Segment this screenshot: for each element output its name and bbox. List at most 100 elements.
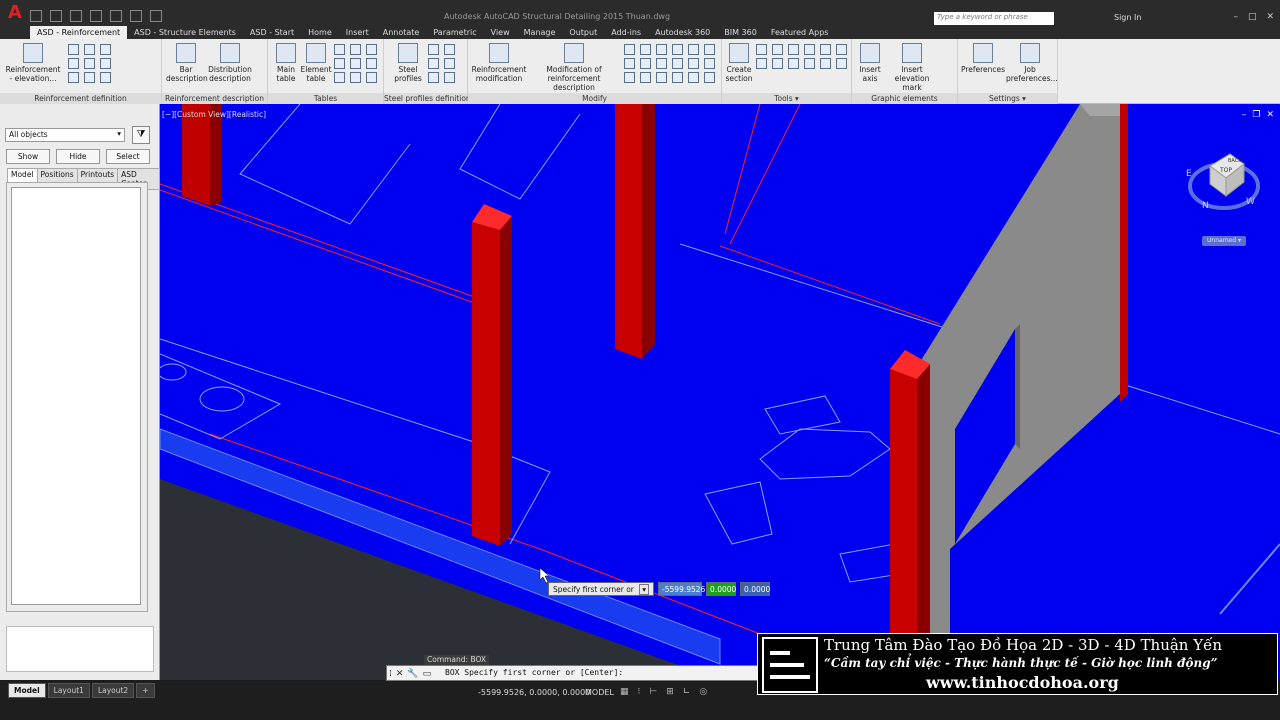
show-button[interactable]: Show bbox=[6, 149, 50, 164]
tool-icon[interactable] bbox=[836, 44, 847, 55]
modify-tool-icon[interactable] bbox=[672, 44, 683, 55]
ucs-menu[interactable]: Unnamed ▾ bbox=[1202, 236, 1246, 246]
modify-tool-icon[interactable] bbox=[704, 72, 715, 83]
ortho-icon[interactable]: ∟ bbox=[683, 687, 691, 697]
job-preferences-button[interactable]: Job preferences... bbox=[1006, 43, 1058, 83]
modify-tool-icon[interactable] bbox=[704, 44, 715, 55]
tab-asd-structure-elements[interactable]: ASD - Structure Elements bbox=[127, 26, 243, 39]
viewport-close-icon[interactable]: ✕ bbox=[1266, 110, 1274, 120]
tool-icon[interactable] bbox=[772, 44, 783, 55]
customize-icon[interactable]: 🔧 bbox=[407, 667, 418, 681]
reinforcement-modification-button[interactable]: Reinforcement modification bbox=[470, 43, 528, 83]
rebar-tool-icon[interactable] bbox=[68, 72, 79, 83]
select-button[interactable]: Select bbox=[106, 149, 150, 164]
tab-model-layout[interactable]: Model bbox=[8, 683, 46, 698]
close-command-icon[interactable]: ✕ bbox=[396, 667, 404, 681]
steel-tool-icon[interactable] bbox=[444, 44, 455, 55]
tab-layout1[interactable]: Layout1 bbox=[47, 683, 90, 698]
insert-elevation-mark-button[interactable]: Insert elevation mark bbox=[884, 43, 940, 92]
panel-title[interactable]: Settings ▾ bbox=[958, 93, 1057, 104]
tool-icon[interactable] bbox=[820, 44, 831, 55]
modify-tool-icon[interactable] bbox=[704, 58, 715, 69]
tab-output[interactable]: Output bbox=[562, 26, 604, 39]
infer-constraints-icon[interactable]: ⊢ bbox=[649, 687, 657, 697]
command-prompt-icon[interactable]: ▭ bbox=[423, 667, 432, 681]
tab-add-ins[interactable]: Add-ins bbox=[604, 26, 648, 39]
viewport-minimize-icon[interactable]: – bbox=[1242, 110, 1247, 120]
rebar-tool-icon[interactable] bbox=[84, 58, 95, 69]
tool-icon[interactable] bbox=[788, 58, 799, 69]
tab-bim-360[interactable]: BIM 360 bbox=[717, 26, 764, 39]
table-tool-icon[interactable] bbox=[350, 44, 361, 55]
table-tool-icon[interactable] bbox=[366, 44, 377, 55]
dynamic-input-icon[interactable]: ⊞ bbox=[666, 687, 674, 697]
modify-tool-icon[interactable] bbox=[640, 58, 651, 69]
redo-icon[interactable] bbox=[150, 10, 162, 22]
rebar-tool-icon[interactable] bbox=[100, 58, 111, 69]
viewport-restore-icon[interactable]: ❐ bbox=[1252, 110, 1260, 120]
modify-tool-icon[interactable] bbox=[656, 44, 667, 55]
model-space-toggle[interactable]: MODEL bbox=[585, 688, 614, 697]
dynamic-input-options-icon[interactable]: ▾ bbox=[639, 584, 650, 595]
element-table-button[interactable]: Element table bbox=[300, 43, 332, 83]
viewcube[interactable]: TOP BACK N E W bbox=[1182, 146, 1262, 216]
tab-autodesk-360[interactable]: Autodesk 360 bbox=[648, 26, 717, 39]
modify-tool-icon[interactable] bbox=[688, 72, 699, 83]
modify-tool-icon[interactable] bbox=[640, 72, 651, 83]
tab-home[interactable]: Home bbox=[301, 26, 339, 39]
tool-icon[interactable] bbox=[756, 44, 767, 55]
snap-icon[interactable]: ⁝ bbox=[638, 687, 641, 697]
preferences-button[interactable]: Preferences bbox=[960, 43, 1006, 74]
distribution-description-button[interactable]: Distribution description bbox=[208, 43, 252, 83]
table-tool-icon[interactable] bbox=[334, 44, 345, 55]
steel-tool-icon[interactable] bbox=[428, 58, 439, 69]
tool-icon[interactable] bbox=[804, 44, 815, 55]
tab-insert[interactable]: Insert bbox=[339, 26, 376, 39]
save-icon[interactable] bbox=[70, 10, 82, 22]
undo-icon[interactable] bbox=[130, 10, 142, 22]
main-table-button[interactable]: Main table bbox=[272, 43, 300, 83]
minimize-icon[interactable]: – bbox=[1233, 12, 1238, 22]
object-filter-select[interactable]: All objects bbox=[5, 128, 125, 142]
tool-icon[interactable] bbox=[820, 58, 831, 69]
close-icon[interactable]: ✕ bbox=[1266, 12, 1274, 22]
open-file-icon[interactable] bbox=[50, 10, 62, 22]
search-input[interactable]: Type a keyword or phrase bbox=[934, 12, 1054, 25]
tool-icon[interactable] bbox=[788, 44, 799, 55]
table-tool-icon[interactable] bbox=[366, 58, 377, 69]
new-file-icon[interactable] bbox=[30, 10, 42, 22]
panel-title[interactable]: Tools ▾ bbox=[722, 93, 851, 104]
tab-layout2[interactable]: Layout2 bbox=[91, 683, 135, 698]
tab-asd-start[interactable]: ASD - Start bbox=[243, 26, 301, 39]
reinforcement-elevation-button[interactable]: Reinforcement - elevation... bbox=[4, 43, 62, 83]
modify-tool-icon[interactable] bbox=[672, 72, 683, 83]
modify-tool-icon[interactable] bbox=[688, 58, 699, 69]
command-line[interactable]: ⁞ ✕ 🔧 ▭ BOX Specify first corner or [Cen… bbox=[386, 665, 758, 681]
modify-tool-icon[interactable] bbox=[624, 72, 635, 83]
rebar-tool-icon[interactable] bbox=[68, 44, 79, 55]
modify-tool-icon[interactable] bbox=[624, 58, 635, 69]
model-tree-list[interactable] bbox=[11, 187, 141, 605]
drawing-viewport[interactable]: [−][Custom View][Realistic] – ❐ ✕ TOP BA… bbox=[160, 104, 1280, 680]
steel-tool-icon[interactable] bbox=[444, 72, 455, 83]
modify-tool-icon[interactable] bbox=[672, 58, 683, 69]
tab-manage[interactable]: Manage bbox=[517, 26, 563, 39]
tab-annotate[interactable]: Annotate bbox=[376, 26, 427, 39]
table-tool-icon[interactable] bbox=[350, 72, 361, 83]
table-tool-icon[interactable] bbox=[350, 58, 361, 69]
modify-tool-icon[interactable] bbox=[624, 44, 635, 55]
y-coordinate-field[interactable]: 0.0000 bbox=[706, 582, 736, 596]
save-as-icon[interactable] bbox=[90, 10, 102, 22]
tab-asd-reinforcement[interactable]: ASD - Reinforcement bbox=[30, 26, 128, 39]
filter-icon[interactable]: ⧩ bbox=[132, 126, 150, 144]
z-coordinate-field[interactable]: 0.0000 bbox=[740, 582, 770, 596]
modify-tool-icon[interactable] bbox=[688, 44, 699, 55]
tool-icon[interactable] bbox=[836, 58, 847, 69]
sign-in-link[interactable]: Sign In bbox=[1114, 13, 1141, 22]
grip-icon[interactable]: ⁞ bbox=[389, 667, 392, 681]
plot-icon[interactable] bbox=[110, 10, 122, 22]
x-coordinate-field[interactable]: -5599.9526 bbox=[658, 582, 705, 596]
maximize-icon[interactable]: □ bbox=[1248, 12, 1257, 22]
table-tool-icon[interactable] bbox=[366, 72, 377, 83]
viewport-controls-label[interactable]: [−][Custom View][Realistic] bbox=[162, 110, 266, 119]
